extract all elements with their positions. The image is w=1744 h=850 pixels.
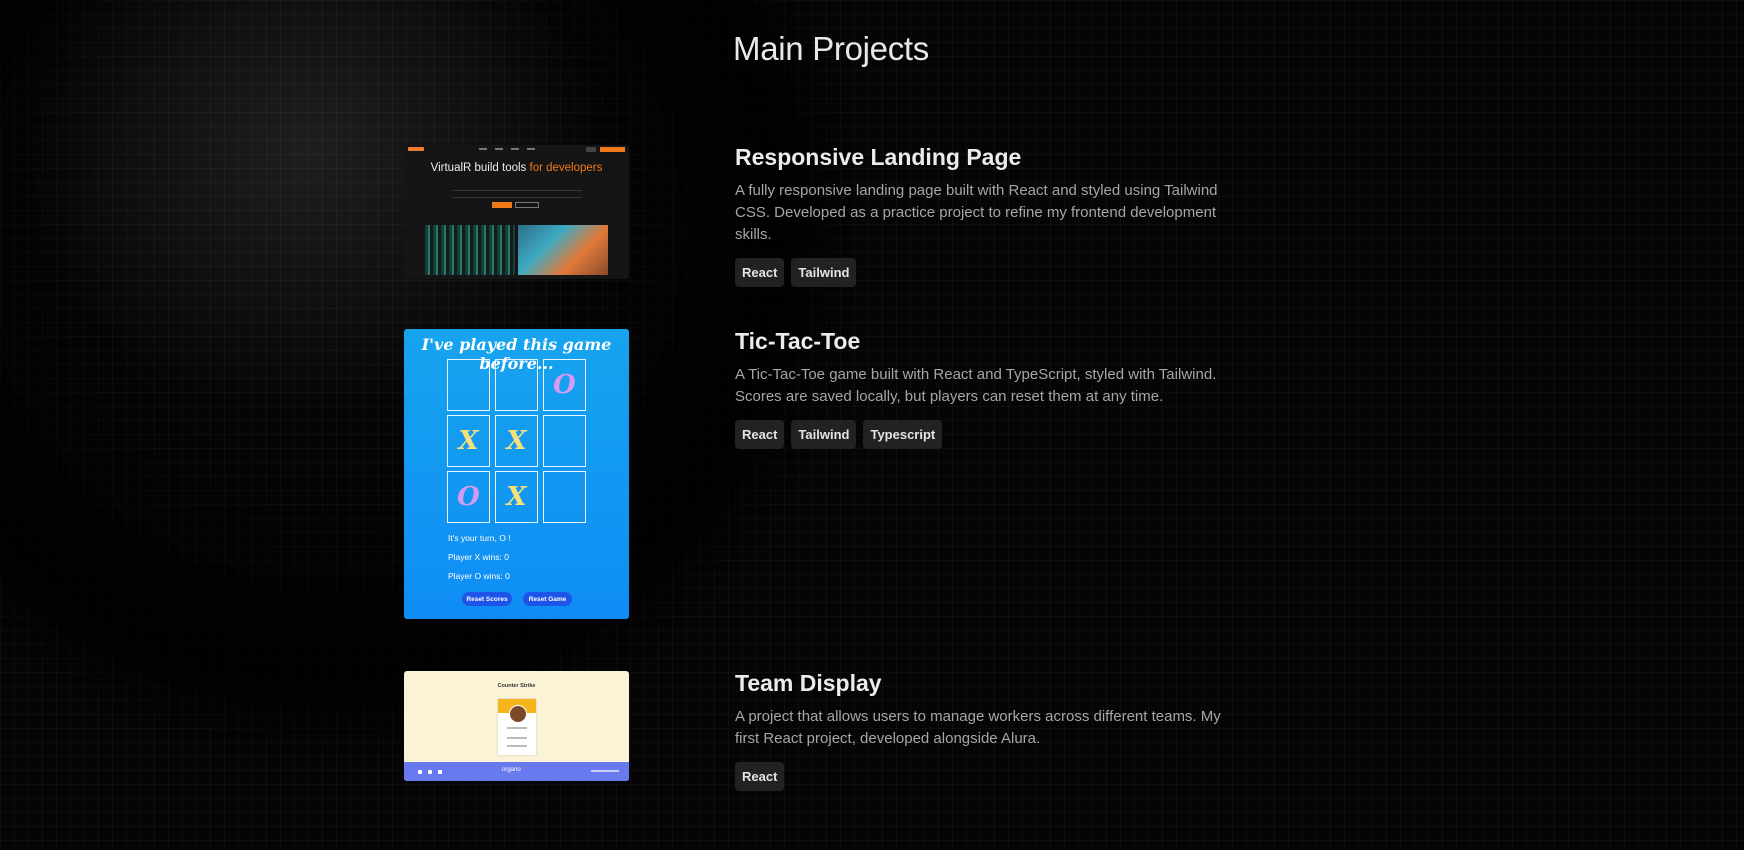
thumb-image-code: [425, 225, 515, 275]
project-description: A project that allows users to manage wo…: [735, 708, 1221, 747]
project-title[interactable]: Team Display: [735, 670, 1235, 697]
tag-react: React: [735, 420, 785, 449]
board-cell: [495, 359, 538, 411]
thumb-team-heading: Counter Strike: [497, 683, 536, 689]
thumb-turn-text: It's your turn, O !: [448, 533, 511, 543]
thumb-x-wins: Player X wins: 0: [448, 552, 509, 562]
project-thumbnail-landing-page[interactable]: VirtualR build tools for developers: [404, 145, 629, 279]
project-thumbnail-team-display[interactable]: Counter Strike organo: [404, 671, 629, 781]
thumb-dev-credit: [591, 770, 619, 772]
thumb-game-board: O X X O X: [447, 359, 586, 523]
thumb-image-vr: [518, 225, 608, 275]
project-info: Team Display A project that allows users…: [735, 670, 1235, 791]
thumb-nav-links: [479, 148, 535, 150]
board-cell: [447, 359, 490, 411]
project-info: Tic-Tac-Toe A Tic-Tac-Toe game built wit…: [735, 328, 1235, 449]
tag-react: React: [735, 258, 785, 287]
board-cell: X: [495, 415, 538, 467]
thumb-member-card: [498, 699, 536, 755]
thumb-o-wins: Player O wins: 0: [448, 571, 510, 581]
thumb-logo: [408, 147, 424, 151]
project-title[interactable]: Tic-Tac-Toe: [735, 328, 1235, 355]
facebook-icon: [418, 770, 422, 774]
project-info: Responsive Landing Page A fully responsi…: [735, 144, 1235, 287]
tag-typescript: Typescript: [863, 420, 943, 449]
instagram-icon: [438, 770, 442, 774]
project-tags: React Tailwind: [735, 258, 1235, 287]
project-title[interactable]: Responsive Landing Page: [735, 144, 1235, 171]
tag-tailwind: Tailwind: [791, 258, 857, 287]
board-cell: O: [543, 359, 586, 411]
thumb-headline: VirtualR build tools for developers: [404, 162, 629, 174]
thumb-headline-main: VirtualR build tools: [430, 162, 530, 174]
board-cell: X: [495, 471, 538, 523]
board-cell: X: [447, 415, 490, 467]
tag-react: React: [735, 762, 785, 791]
project-description: A fully responsive landing page built wi…: [735, 182, 1218, 243]
thumb-create-account-button: [600, 147, 625, 152]
thumb-subtext: [452, 190, 582, 198]
board-cell: O: [447, 471, 490, 523]
thumb-navbar: [404, 145, 629, 155]
thumb-signin-button: [586, 147, 596, 152]
thumb-reset-scores-button: Reset Scores: [462, 592, 512, 606]
thumb-reset-game-button: Reset Game: [523, 592, 572, 606]
project-tags: React Tailwind Typescript: [735, 420, 1235, 449]
thumb-brand: organo: [502, 767, 521, 773]
page-title: Main Projects: [733, 30, 930, 67]
project-tags: React: [735, 762, 1235, 791]
thumb-docs-button: [515, 202, 539, 208]
thumb-footer: organo: [404, 762, 629, 781]
twitter-icon: [428, 770, 432, 774]
board-cell: [543, 471, 586, 523]
thumb-headline-accent: for developers: [529, 162, 603, 174]
project-thumbnail-tic-tac-toe[interactable]: I've played this game before... O X X O …: [404, 329, 629, 619]
project-description: A Tic-Tac-Toe game built with React and …: [735, 366, 1217, 405]
board-cell: [543, 415, 586, 467]
avatar: [509, 705, 527, 723]
thumb-cta-button: [492, 202, 512, 208]
tag-tailwind: Tailwind: [791, 420, 857, 449]
